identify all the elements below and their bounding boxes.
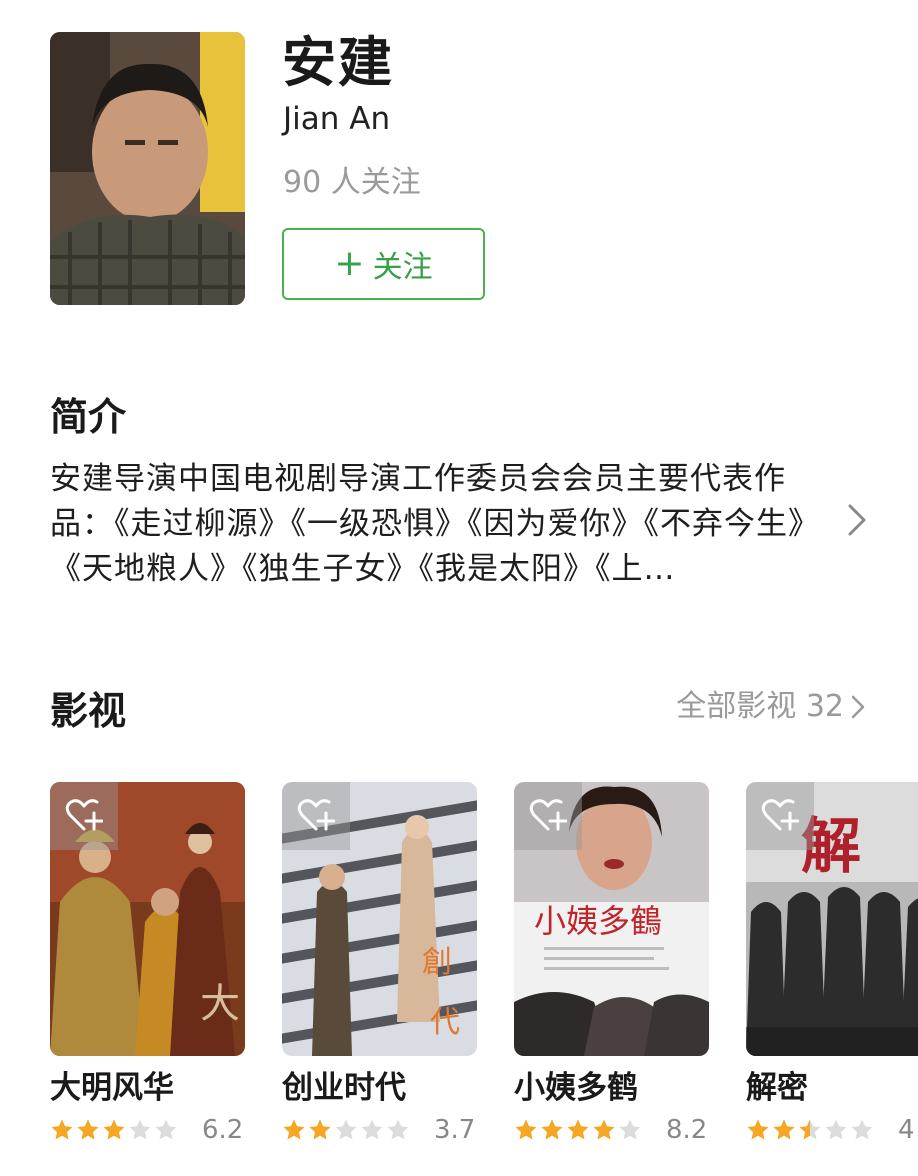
svg-text:代: 代 <box>430 1005 460 1040</box>
star-icon <box>825 1119 847 1140</box>
star-icon <box>51 1119 73 1140</box>
star-icon <box>103 1119 125 1140</box>
star-icon <box>129 1119 151 1140</box>
film-rating: 8.2 <box>514 1117 709 1143</box>
add-favorite-icon[interactable] <box>282 782 350 850</box>
star-icon <box>567 1119 589 1140</box>
person-name-english: Jian An <box>283 101 391 137</box>
rating-stars <box>514 1118 644 1142</box>
film-card[interactable]: 創 代 创业时代 3.7 <box>282 782 477 1143</box>
film-card[interactable]: 解 解密 4 <box>746 782 918 1143</box>
star-icon <box>799 1119 821 1140</box>
film-poster[interactable]: 創 代 <box>282 782 477 1056</box>
star-icon <box>593 1119 615 1140</box>
rating-stars <box>50 1118 180 1142</box>
plus-icon: + <box>334 243 365 284</box>
rating-score: 4 <box>898 1115 915 1146</box>
intro-heading: 简介 <box>50 395 127 439</box>
add-favorite-icon[interactable] <box>50 782 118 850</box>
film-poster[interactable]: 大 <box>50 782 245 1056</box>
film-rating: 4 <box>746 1117 918 1143</box>
all-films-link[interactable]: 全部影视 32 <box>676 692 866 722</box>
all-films-label: 全部影视 32 <box>676 689 844 724</box>
add-favorite-icon[interactable] <box>514 782 582 850</box>
person-name: 安建 <box>282 31 394 94</box>
film-poster[interactable]: 解 <box>746 782 918 1056</box>
film-rating: 3.7 <box>282 1117 477 1143</box>
star-icon <box>747 1119 769 1140</box>
star-icon <box>77 1119 99 1140</box>
films-heading: 影视 <box>50 689 127 733</box>
star-icon <box>773 1119 795 1140</box>
film-card[interactable]: 大 大明风华 6.2 <box>50 782 245 1143</box>
star-icon <box>619 1119 641 1140</box>
film-title: 创业时代 <box>282 1070 406 1106</box>
star-icon <box>283 1119 305 1140</box>
follow-button[interactable]: + 关注 <box>282 228 485 300</box>
rating-score: 3.7 <box>434 1115 476 1146</box>
star-icon <box>309 1119 331 1140</box>
star-icon <box>155 1119 177 1140</box>
star-icon <box>541 1119 563 1140</box>
star-icon <box>387 1119 409 1140</box>
svg-text:小姨多鶴: 小姨多鶴 <box>534 902 662 940</box>
add-favorite-icon[interactable] <box>746 782 814 850</box>
film-title: 解密 <box>746 1070 808 1106</box>
chevron-right-icon <box>851 695 865 719</box>
intro-text[interactable]: 安建导演中国电视剧导演工作委员会会员主要代表作品：《走过柳源》《一级恐惧》《因为… <box>50 457 840 592</box>
star-icon <box>515 1119 537 1140</box>
star-icon <box>335 1119 357 1140</box>
film-rating: 6.2 <box>50 1117 245 1143</box>
follow-button-label: 关注 <box>372 250 433 285</box>
chevron-right-icon[interactable] <box>846 500 868 540</box>
svg-text:創: 創 <box>422 945 452 980</box>
svg-text:大: 大 <box>200 981 240 1027</box>
avatar <box>50 32 245 305</box>
film-card[interactable]: 小姨多鶴 小姨多鹤 8.2 <box>514 782 709 1143</box>
star-icon <box>851 1119 873 1140</box>
rating-score: 6.2 <box>202 1115 244 1146</box>
film-title: 小姨多鹤 <box>514 1070 638 1106</box>
follower-count: 90 人关注 <box>283 165 421 200</box>
rating-stars <box>282 1118 412 1142</box>
rating-stars <box>746 1118 876 1142</box>
film-title: 大明风华 <box>50 1070 174 1106</box>
film-poster[interactable]: 小姨多鶴 <box>514 782 709 1056</box>
rating-score: 8.2 <box>666 1115 708 1146</box>
star-icon <box>361 1119 383 1140</box>
